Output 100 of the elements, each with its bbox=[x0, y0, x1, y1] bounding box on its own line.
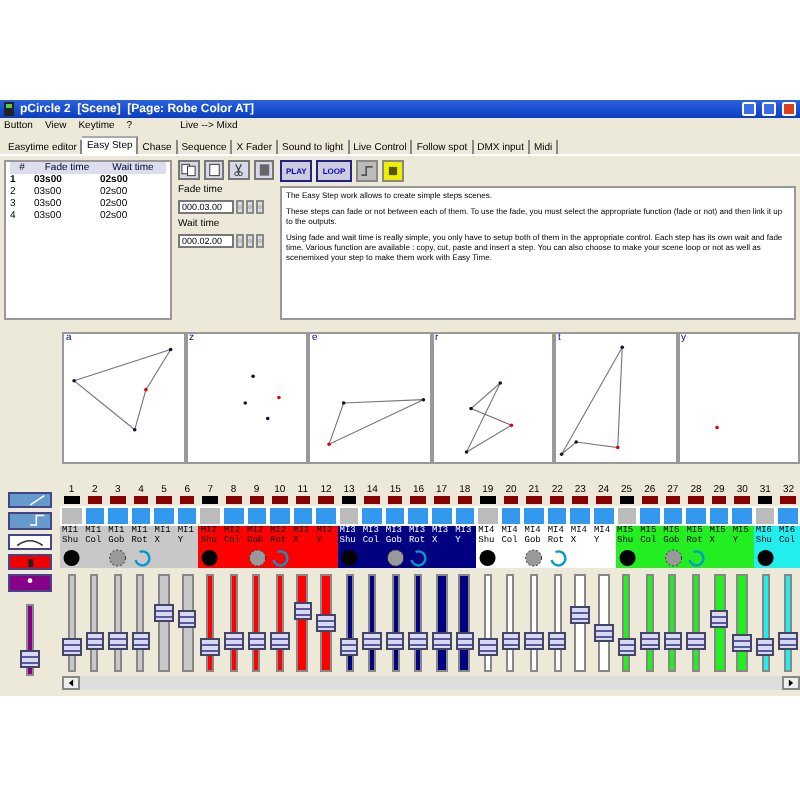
fader-knob[interactable] bbox=[432, 632, 452, 651]
gobo-icon bbox=[106, 548, 130, 568]
scrollbar[interactable] bbox=[62, 676, 800, 690]
channel-fader[interactable] bbox=[638, 574, 662, 672]
channel-fader[interactable] bbox=[268, 574, 292, 672]
fader-knob[interactable] bbox=[177, 610, 197, 628]
fader-knob[interactable] bbox=[270, 632, 290, 651]
close-button[interactable] bbox=[782, 102, 796, 116]
fader-knob[interactable] bbox=[455, 632, 475, 651]
copy-icon[interactable] bbox=[178, 160, 199, 180]
fader-knob[interactable] bbox=[663, 632, 683, 651]
minimize-button[interactable] bbox=[742, 102, 756, 116]
fader-knob[interactable] bbox=[200, 638, 220, 656]
spin-icon[interactable] bbox=[236, 200, 244, 214]
channel-fader[interactable] bbox=[591, 574, 615, 672]
channel-fader[interactable] bbox=[499, 574, 523, 672]
fader-knob[interactable] bbox=[154, 604, 174, 623]
channel-fader[interactable] bbox=[106, 574, 130, 672]
fader-knob[interactable] bbox=[293, 602, 313, 621]
fader-knob[interactable] bbox=[339, 638, 359, 656]
master-fader[interactable] bbox=[18, 603, 42, 677]
rotation-icon bbox=[129, 548, 153, 568]
stop-icon[interactable] bbox=[381, 160, 404, 182]
path-plot-drawing bbox=[242, 374, 280, 421]
channel-fader[interactable] bbox=[383, 574, 407, 672]
fader-knob[interactable] bbox=[709, 610, 729, 628]
channel-fader[interactable] bbox=[198, 574, 222, 672]
rotation-icon bbox=[268, 548, 292, 568]
channel-fader[interactable] bbox=[776, 574, 800, 672]
channel-fader[interactable] bbox=[314, 574, 338, 672]
scroll-left-icon[interactable] bbox=[62, 676, 80, 690]
channel-fader[interactable] bbox=[707, 574, 731, 672]
fader-knob[interactable] bbox=[131, 632, 151, 651]
cut-icon[interactable] bbox=[228, 160, 249, 180]
channel-fader[interactable] bbox=[83, 574, 107, 672]
fader-knob[interactable] bbox=[478, 638, 498, 656]
channel-fader[interactable] bbox=[730, 574, 754, 672]
scroll-right-icon[interactable] bbox=[782, 676, 800, 690]
gobo-icon bbox=[661, 548, 685, 568]
channel-fader[interactable] bbox=[337, 574, 361, 672]
step-icon[interactable] bbox=[8, 512, 52, 530]
path-plot-drawing bbox=[559, 345, 625, 456]
channel-fader[interactable] bbox=[522, 574, 546, 672]
rotation-icon bbox=[406, 548, 430, 568]
fader-knob[interactable] bbox=[362, 632, 382, 651]
app-icon bbox=[4, 102, 14, 116]
fader-knob[interactable] bbox=[62, 638, 82, 656]
channel-fader[interactable] bbox=[545, 574, 569, 672]
fader-knob[interactable] bbox=[108, 632, 128, 651]
fader-knob[interactable] bbox=[778, 632, 798, 651]
fader-knob[interactable] bbox=[755, 638, 775, 656]
spin-icon[interactable] bbox=[246, 234, 254, 248]
fader-knob[interactable] bbox=[316, 614, 336, 632]
fader-knob[interactable] bbox=[385, 632, 405, 651]
ramp-icon[interactable] bbox=[8, 492, 52, 509]
fader-knob[interactable] bbox=[85, 632, 105, 651]
shutter-icon bbox=[615, 548, 639, 568]
channel-fader[interactable] bbox=[753, 574, 777, 672]
channel-fader[interactable] bbox=[406, 574, 430, 672]
fader-knob[interactable] bbox=[408, 632, 428, 651]
spin-icon[interactable] bbox=[236, 234, 244, 248]
shutter-icon bbox=[476, 548, 500, 568]
fader-knob[interactable] bbox=[524, 632, 544, 651]
fader-knob[interactable] bbox=[247, 632, 267, 651]
channel-fader[interactable] bbox=[661, 574, 685, 672]
channel-fader[interactable] bbox=[360, 574, 384, 672]
fader-knob[interactable] bbox=[686, 632, 706, 651]
channel-fader[interactable] bbox=[568, 574, 592, 672]
channel-fader[interactable] bbox=[476, 574, 500, 672]
channel-fader[interactable] bbox=[245, 574, 269, 672]
channel-fader[interactable] bbox=[221, 574, 245, 672]
fader-knob[interactable] bbox=[501, 632, 521, 651]
fader-knob[interactable] bbox=[223, 632, 243, 651]
spin-icon[interactable] bbox=[246, 200, 254, 214]
fader-knob[interactable] bbox=[20, 649, 40, 668]
channel-fader[interactable] bbox=[129, 574, 153, 672]
fader-knob[interactable] bbox=[732, 634, 752, 653]
rotation-icon bbox=[545, 548, 569, 568]
channel-fader[interactable] bbox=[291, 574, 315, 672]
gobo-icon bbox=[245, 548, 269, 568]
shutter-icon bbox=[337, 548, 361, 568]
curve-icon[interactable] bbox=[8, 533, 52, 550]
channel-fader[interactable] bbox=[60, 574, 84, 672]
spin-icon[interactable] bbox=[256, 234, 264, 248]
step-icon[interactable] bbox=[355, 160, 378, 182]
channel-fader[interactable] bbox=[152, 574, 176, 672]
fader-knob[interactable] bbox=[617, 638, 637, 656]
channel-fader[interactable] bbox=[453, 574, 477, 672]
paste-icon[interactable] bbox=[203, 160, 224, 180]
channel-fader[interactable] bbox=[615, 574, 639, 672]
fader-knob[interactable] bbox=[570, 606, 590, 624]
maximize-button[interactable] bbox=[762, 102, 776, 116]
fader-knob[interactable] bbox=[640, 632, 660, 651]
channel-fader[interactable] bbox=[684, 574, 708, 672]
fader-knob[interactable] bbox=[547, 632, 567, 651]
channel-fader[interactable] bbox=[430, 574, 454, 672]
spin-icon[interactable] bbox=[256, 200, 264, 214]
channel-fader[interactable] bbox=[175, 574, 199, 672]
fader-knob[interactable] bbox=[593, 623, 613, 642]
gobo-icon bbox=[522, 548, 546, 568]
